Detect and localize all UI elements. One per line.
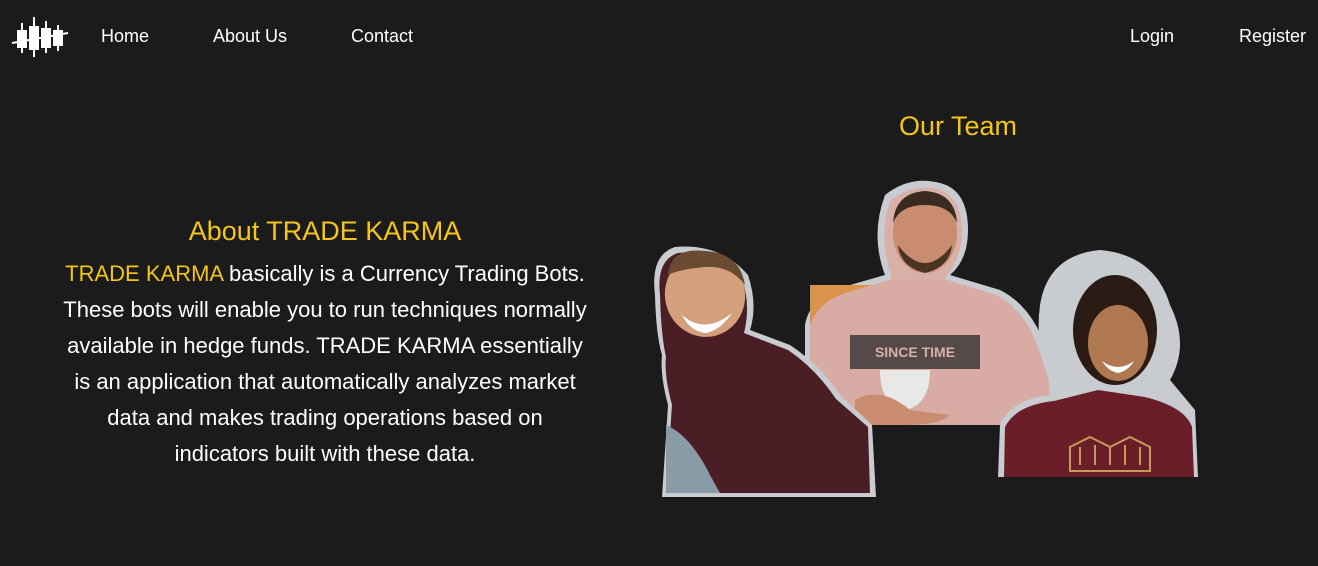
login-link[interactable]: Login bbox=[1130, 26, 1174, 46]
about-title: About TRADE KARMA bbox=[188, 216, 462, 246]
about-description: TRADE KARMA basically is a Currency Trad… bbox=[62, 256, 588, 472]
brand-name-highlight: TRADE KARMA bbox=[65, 261, 223, 286]
nav-link-home[interactable]: Home bbox=[101, 26, 149, 46]
shirt-print-text: SINCE TIME bbox=[875, 344, 955, 360]
team-photo-collage: SINCE TIME bbox=[654, 180, 1198, 497]
candlestick-logo-icon[interactable] bbox=[10, 15, 70, 59]
team-title: Our Team bbox=[898, 111, 1018, 141]
nav-link-about-us[interactable]: About Us bbox=[213, 26, 287, 46]
about-body-text: basically is a Currency Trading Bots. Th… bbox=[63, 261, 587, 466]
nav-link-contact[interactable]: Contact bbox=[351, 26, 413, 46]
register-link[interactable]: Register bbox=[1239, 26, 1306, 46]
team-member-photo-center: SINCE TIME bbox=[805, 180, 1060, 425]
top-navbar: Home About Us Contact Login Register bbox=[0, 0, 1318, 72]
